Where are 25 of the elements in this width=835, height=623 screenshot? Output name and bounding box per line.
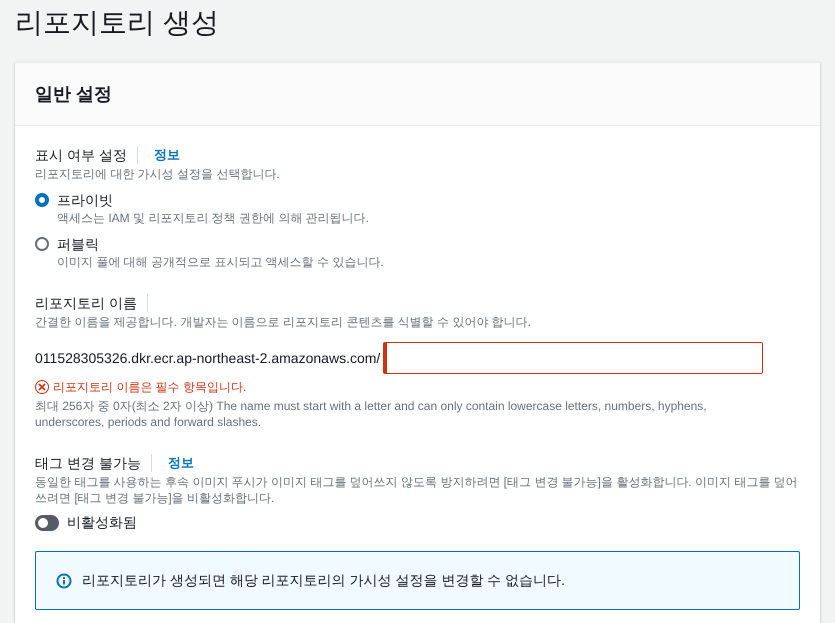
panel-title: 일반 설정 <box>35 83 114 106</box>
field-label: 리포지토리 이름 <box>35 294 148 312</box>
field-description: 액세스는 IAM 및 리포지토리 정책 권한에 의해 관리됩니다. <box>57 210 370 226</box>
radio-button[interactable] <box>35 237 49 251</box>
field-description: 리포지토리에 대한 가시성 설정을 선택합니다. <box>35 166 281 182</box>
repository-uri-prefix: 011528305326.dkr.ecr.ap-northeast-2.amazonaws.com/ <box>35 348 380 368</box>
field-description: 이미지 풀에 대해 공개적으로 표시되고 액세스할 수 있습니다. <box>57 254 385 270</box>
alert-message: 리포지토리가 생성되면 해당 리포지토리의 가시성 설정을 변경할 수 없습니다. <box>82 571 566 590</box>
info-link[interactable]: 정보 <box>168 454 194 472</box>
field-description: 최대 256자 중 0자(최소 2자 이상) The name must start with a letter and can only contain lowercase letters, numbers, hyphens, underscores, periods and forward slashes. <box>35 398 708 430</box>
error-icon <box>35 380 49 394</box>
toggle-label: 비활성화됨 <box>67 513 137 532</box>
field-description: 간결한 이름을 제공합니다. 개발자는 이름으로 리포지토리 콘텐츠를 식별할 수 있어야 합니다. <box>35 314 532 330</box>
repository-name-input[interactable] <box>383 342 764 374</box>
page-title: 리포지토리 생성 <box>15 6 220 40</box>
error-message: 리포지토리 이름은 필수 항목입니다. <box>53 379 246 395</box>
field-label: 태그 변경 불가능 <box>35 454 152 472</box>
radio-label: 퍼블릭 <box>57 235 99 254</box>
field-label: 표시 여부 설정 <box>35 146 138 164</box>
field-description: 동일한 태그를 사용하는 후속 이미지 푸시가 이미지 태그를 덮어쓰지 않도록 방지하려면 [태그 변경 불가능]을 활성화합니다. 이미지 태그를 덮어쓰려면 [태그 변경 불가능]을 비활성화합니다. <box>35 474 799 506</box>
info-link[interactable]: 정보 <box>154 146 180 164</box>
radio-button[interactable] <box>35 193 49 207</box>
radio-label: 프라이빗 <box>57 191 113 210</box>
toggle-switch[interactable] <box>35 514 59 530</box>
info-icon <box>56 572 72 588</box>
